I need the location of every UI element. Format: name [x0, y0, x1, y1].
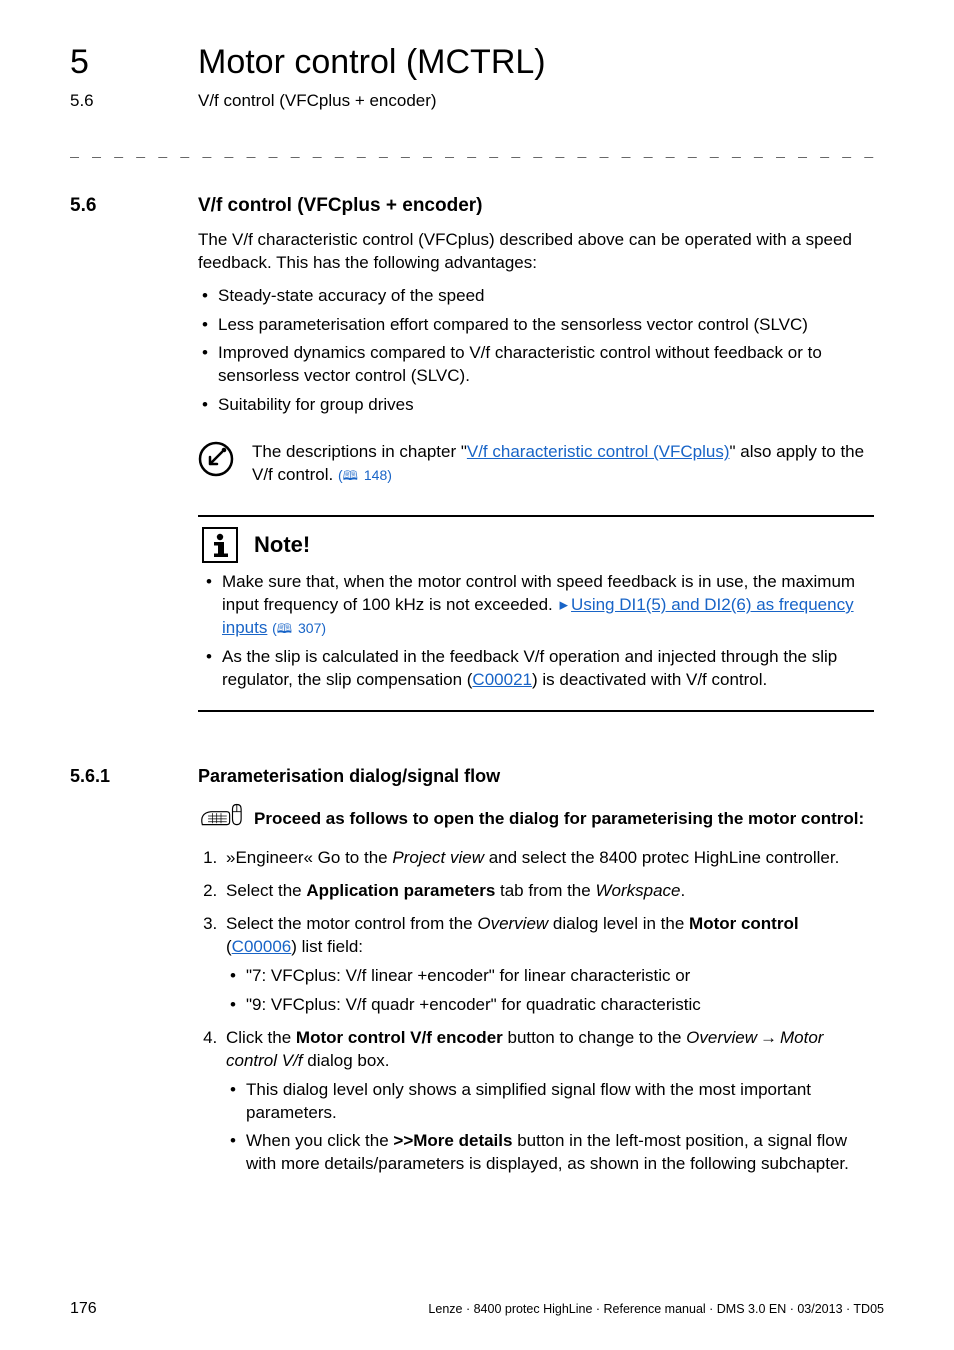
section-bullets: Steady-state accuracy of the speed Less … [198, 285, 874, 418]
procedure-steps: »Engineer« Go to the Project view and se… [198, 847, 874, 1176]
page-number: 176 [70, 1298, 97, 1320]
pageref-number: 148 [364, 467, 387, 483]
page-reference[interactable]: (🕮 148) [338, 467, 392, 483]
section-intro: The V/f characteristic control (VFCplus)… [198, 229, 874, 275]
page-reference[interactable]: (🕮 307) [272, 620, 326, 636]
step3-paren-close: ) list field: [291, 937, 363, 956]
note-item: As the slip is calculated in the feedbac… [202, 646, 870, 692]
footer-right: Lenze · 8400 protec HighLine · Reference… [428, 1301, 884, 1318]
triangle-icon: ▸ [560, 595, 569, 614]
step2-mid: tab from the [495, 881, 595, 900]
step4-sub2-pre: When you click the [246, 1131, 393, 1150]
note-item: Make sure that, when the motor control w… [202, 571, 870, 640]
arrow-icon: → [760, 1028, 777, 1047]
step1-italic: Project view [392, 848, 484, 867]
proceed-row: Proceed as follows to open the dialog fo… [198, 802, 874, 837]
step-item: Select the Application parameters tab fr… [222, 880, 874, 903]
step-item: Select the motor control from the Overvi… [222, 913, 874, 1017]
bullet-item: When you click the >>More details button… [226, 1130, 874, 1176]
step4-italic1: Overview [686, 1028, 757, 1047]
step2-post: . [680, 881, 685, 900]
note-bullets: Make sure that, when the motor control w… [202, 571, 870, 692]
step3-bold: Motor control [689, 914, 799, 933]
tip-text: The descriptions in chapter "V/f charact… [252, 441, 874, 487]
step-item: »Engineer« Go to the Project view and se… [222, 847, 874, 870]
step3-link[interactable]: C00006 [232, 937, 292, 956]
note-box: Note! Make sure that, when the motor con… [198, 515, 874, 712]
bullet-item: Less parameterisation effort compared to… [198, 314, 874, 337]
tip-pre: The descriptions in chapter " [252, 442, 467, 461]
step-item: Click the Motor control V/f encoder butt… [222, 1027, 874, 1177]
bullet-item: "9: VFCplus: V/f quadr +encoder" for qua… [226, 994, 874, 1017]
step2-italic: Workspace [595, 881, 680, 900]
chapter-title: Motor control (MCTRL) [198, 40, 546, 86]
step1-post: and select the 8400 protec HighLine cont… [484, 848, 839, 867]
step1-pre: »Engineer« Go to the [226, 848, 392, 867]
step4-subbullets: This dialog level only shows a simplifie… [226, 1079, 874, 1177]
header-section-title: V/f control (VFCplus + encoder) [198, 90, 437, 113]
step2-pre: Select the [226, 881, 306, 900]
header-section-number: 5.6 [70, 90, 150, 113]
info-icon [202, 527, 238, 563]
step4-post: dialog box. [303, 1051, 390, 1070]
page: 5 Motor control (MCTRL) 5.6 V/f control … [0, 0, 954, 1350]
tip-icon [198, 441, 238, 487]
tip-link[interactable]: V/f characteristic control (VFCplus) [467, 442, 730, 461]
subsection-title: Parameterisation dialog/signal flow [198, 764, 500, 788]
section-heading-row: 5.6 V/f control (VFCplus + encoder) [70, 193, 884, 219]
keyboard-mouse-icon [198, 802, 244, 837]
step4-mid: button to change to the [503, 1028, 686, 1047]
section-body: The V/f characteristic control (VFCplus)… [198, 229, 874, 712]
header-row-2: 5.6 V/f control (VFCplus + encoder) [70, 90, 884, 113]
bullet-item: Suitability for group drives [198, 394, 874, 417]
dashed-separator: _ _ _ _ _ _ _ _ _ _ _ _ _ _ _ _ _ _ _ _ … [70, 139, 884, 159]
book-icon: 🕮 [277, 621, 292, 636]
section-title: V/f control (VFCplus + encoder) [198, 193, 483, 219]
subsection-heading-row: 5.6.1 Parameterisation dialog/signal flo… [70, 764, 884, 788]
step3-pre: Select the motor control from the [226, 914, 477, 933]
note2-post: ) is deactivated with V/f control. [532, 670, 767, 689]
section-number: 5.6 [70, 193, 150, 219]
bullet-item: Steady-state accuracy of the speed [198, 285, 874, 308]
step4-pre: Click the [226, 1028, 296, 1047]
bullet-item: This dialog level only shows a simplifie… [226, 1079, 874, 1125]
note-title: Note! [254, 530, 310, 560]
pageref-number: 307 [298, 620, 321, 636]
step3-italic: Overview [477, 914, 548, 933]
chapter-number: 5 [70, 40, 150, 86]
bullet-item: Improved dynamics compared to V/f charac… [198, 342, 874, 388]
header-row-1: 5 Motor control (MCTRL) [70, 40, 884, 86]
subsection-number: 5.6.1 [70, 764, 150, 788]
proceed-text: Proceed as follows to open the dialog fo… [254, 808, 864, 831]
step3-mid: dialog level in the [548, 914, 689, 933]
step2-bold: Application parameters [306, 881, 495, 900]
step4-sub2-bold: >>More details [393, 1131, 512, 1150]
note-header: Note! [202, 527, 870, 563]
book-icon: 🕮 [343, 468, 358, 483]
page-footer: 176 Lenze · 8400 protec HighLine · Refer… [70, 1298, 884, 1320]
step3-subbullets: "7: VFCplus: V/f linear +encoder" for li… [226, 965, 874, 1017]
subsection-body: Proceed as follows to open the dialog fo… [198, 802, 874, 1176]
bullet-item: "7: VFCplus: V/f linear +encoder" for li… [226, 965, 874, 988]
note2-link[interactable]: C00021 [472, 670, 532, 689]
step4-bold: Motor control V/f encoder [296, 1028, 503, 1047]
tip-callout: The descriptions in chapter "V/f charact… [198, 441, 874, 487]
